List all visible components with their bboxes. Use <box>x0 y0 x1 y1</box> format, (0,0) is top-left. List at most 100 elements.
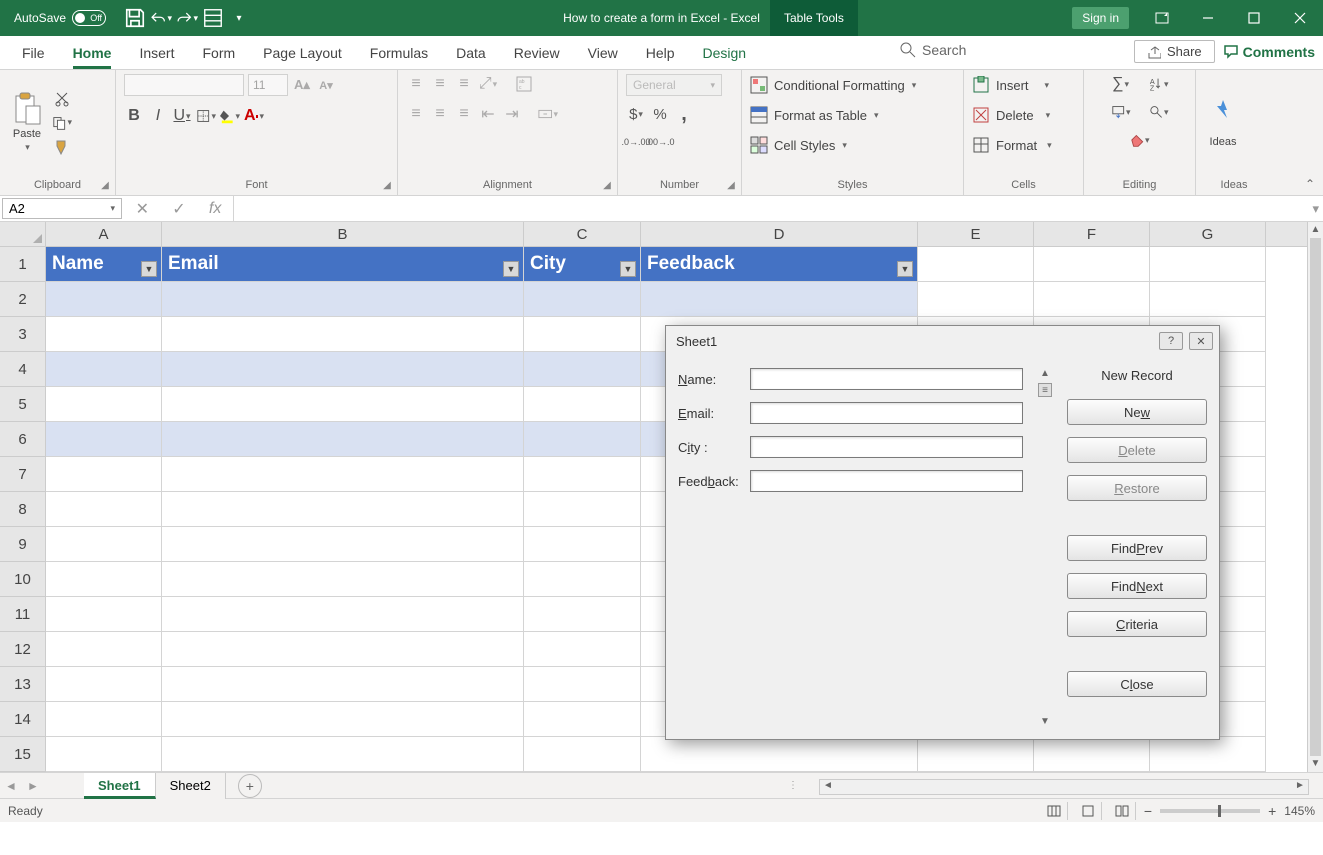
sort-filter-icon[interactable]: AZ▾ <box>1149 74 1169 94</box>
cell[interactable] <box>46 737 162 772</box>
increase-font-icon[interactable]: A▴ <box>292 75 312 95</box>
dialog-scroll-thumb[interactable]: ≡ <box>1038 383 1052 397</box>
dialog-close-button[interactable]: Close <box>1067 671 1207 697</box>
customize-qat-icon[interactable]: ▾ <box>228 7 250 29</box>
tab-page-layout[interactable]: Page Layout <box>249 39 356 69</box>
cell[interactable] <box>524 422 641 457</box>
cell[interactable] <box>641 282 918 317</box>
vertical-scrollbar[interactable]: ▲ ▼ <box>1307 222 1323 772</box>
zoom-slider[interactable] <box>1160 809 1260 813</box>
sheet-nav-next-icon[interactable]: ► <box>22 779 44 793</box>
paste-button[interactable]: Paste ▾ <box>8 92 46 153</box>
page-layout-view-icon[interactable] <box>1076 802 1102 820</box>
cell[interactable] <box>524 667 641 702</box>
cell[interactable] <box>162 492 524 527</box>
form-input-city[interactable] <box>750 436 1023 458</box>
conditional-formatting-button[interactable]: Conditional Formatting▾ <box>750 74 916 96</box>
collapse-ribbon-icon[interactable]: ⌃ <box>1305 177 1315 191</box>
decrease-indent-icon[interactable]: ⇤ <box>478 104 498 124</box>
align-middle-icon[interactable]: ≡ <box>430 74 450 94</box>
cell[interactable] <box>524 457 641 492</box>
cell[interactable] <box>1034 282 1150 317</box>
cancel-formula-icon[interactable]: ✕ <box>136 199 149 219</box>
find-select-icon[interactable]: ▾ <box>1149 102 1169 122</box>
maximize-icon[interactable] <box>1231 0 1277 36</box>
dialog-find-next-button[interactable]: Find Next <box>1067 573 1207 599</box>
wrap-text-icon[interactable]: abc <box>514 74 534 94</box>
cell[interactable] <box>46 352 162 387</box>
autosave-toggle[interactable]: AutoSave Off <box>8 10 112 26</box>
row-header[interactable]: 1 <box>0 247 46 282</box>
cell[interactable] <box>524 492 641 527</box>
cell[interactable] <box>1150 737 1266 772</box>
col-header-d[interactable]: D <box>641 222 918 246</box>
cell[interactable]: Name▼ <box>46 247 162 282</box>
underline-icon[interactable]: U▾ <box>172 106 192 126</box>
cell[interactable] <box>524 352 641 387</box>
row-header[interactable]: 4 <box>0 352 46 387</box>
cell[interactable] <box>524 597 641 632</box>
col-header-e[interactable]: E <box>918 222 1034 246</box>
cell[interactable] <box>162 317 524 352</box>
dialog-scrollbar[interactable]: ▲ ≡ ▼ <box>1035 368 1055 727</box>
dialog-find-prev-button[interactable]: Find Prev <box>1067 535 1207 561</box>
select-all-button[interactable] <box>0 222 46 246</box>
comma-icon[interactable]: , <box>674 104 694 124</box>
currency-icon[interactable]: $▾ <box>626 104 646 124</box>
dialog-title-bar[interactable]: Sheet1 ? ✕ <box>666 326 1219 356</box>
cut-icon[interactable] <box>52 89 72 109</box>
insert-cells-button[interactable]: Insert▾ <box>972 74 1049 96</box>
zoom-in-icon[interactable]: + <box>1268 803 1276 819</box>
row-header[interactable]: 6 <box>0 422 46 457</box>
tab-formulas[interactable]: Formulas <box>356 39 442 69</box>
delete-cells-button[interactable]: Delete▾ <box>972 104 1050 126</box>
dialog-delete-button[interactable]: Delete <box>1067 437 1207 463</box>
cell[interactable] <box>641 737 918 772</box>
zoom-out-icon[interactable]: − <box>1144 803 1152 819</box>
signin-button[interactable]: Sign in <box>1072 7 1129 29</box>
increase-decimal-icon[interactable]: .0→.00 <box>626 132 646 152</box>
cell[interactable] <box>46 632 162 667</box>
align-right-icon[interactable]: ≡ <box>454 104 474 124</box>
form-input-feedback[interactable] <box>750 470 1023 492</box>
cell[interactable]: Email▼ <box>162 247 524 282</box>
cell[interactable]: Feedback▼ <box>641 247 918 282</box>
save-icon[interactable] <box>124 7 146 29</box>
tab-design[interactable]: Design <box>689 39 761 69</box>
row-header[interactable]: 2 <box>0 282 46 317</box>
fill-color-icon[interactable]: ▾ <box>220 106 240 126</box>
autosum-icon[interactable]: ∑▾ <box>1111 74 1131 94</box>
row-header[interactable]: 12 <box>0 632 46 667</box>
copy-icon[interactable]: ▾ <box>52 113 72 133</box>
page-break-view-icon[interactable] <box>1110 802 1136 820</box>
font-color-icon[interactable]: A▾ <box>244 106 264 126</box>
dialog-scroll-up-icon[interactable]: ▲ <box>1040 368 1050 379</box>
tab-form[interactable]: Form <box>188 39 249 69</box>
close-icon[interactable] <box>1277 0 1323 36</box>
cell[interactable] <box>46 457 162 492</box>
tab-help[interactable]: Help <box>632 39 689 69</box>
tab-file[interactable]: File <box>8 39 59 69</box>
form-input-name[interactable] <box>750 368 1023 390</box>
scroll-right-icon[interactable]: ► <box>1292 780 1308 794</box>
cell[interactable] <box>918 282 1034 317</box>
cell[interactable] <box>46 492 162 527</box>
dialog-scroll-down-icon[interactable]: ▼ <box>1040 716 1050 727</box>
expand-formula-icon[interactable]: ▾ <box>1312 201 1319 217</box>
cell[interactable] <box>46 282 162 317</box>
decrease-font-icon[interactable]: A▾ <box>316 75 336 95</box>
cell[interactable] <box>162 597 524 632</box>
dialog-new-button[interactable]: New <box>1067 399 1207 425</box>
col-header-b[interactable]: B <box>162 222 524 246</box>
sheet-tab-2[interactable]: Sheet2 <box>156 773 226 799</box>
scroll-up-icon[interactable]: ▲ <box>1308 222 1323 238</box>
toggle-switch[interactable]: Off <box>72 10 106 26</box>
col-header-a[interactable]: A <box>46 222 162 246</box>
form-icon[interactable] <box>202 7 224 29</box>
cell[interactable] <box>162 702 524 737</box>
cell[interactable] <box>524 317 641 352</box>
col-header-g[interactable]: G <box>1150 222 1266 246</box>
tab-review[interactable]: Review <box>500 39 574 69</box>
cell[interactable] <box>46 422 162 457</box>
clipboard-launcher-icon[interactable]: ◢ <box>98 178 112 192</box>
